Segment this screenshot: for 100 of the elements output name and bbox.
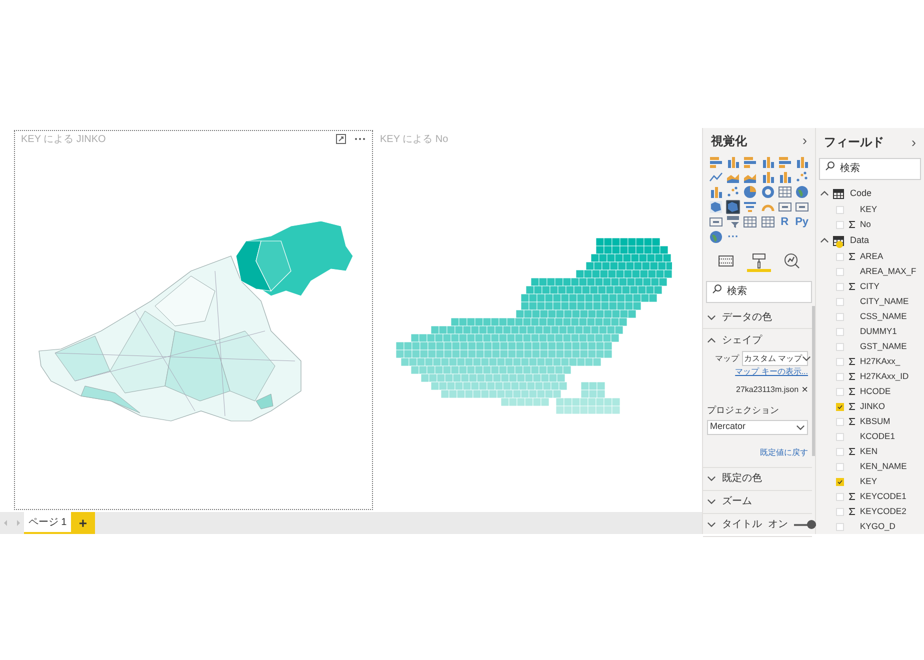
field-checkbox[interactable]: [836, 328, 844, 336]
chevron-icon: [707, 497, 716, 506]
field-name[interactable]: CITY_NAME: [860, 295, 909, 308]
visual-type-column-icon[interactable]: [778, 170, 792, 184]
field-name[interactable]: KEY: [860, 203, 878, 216]
field-name[interactable]: KEYCODE2: [860, 505, 906, 518]
visual-type-globe-icon[interactable]: [794, 185, 809, 199]
visual-type-column-icon[interactable]: [726, 155, 740, 169]
visual-type-funnel-icon[interactable]: [743, 200, 758, 214]
visual-type-scatter-icon[interactable]: [726, 185, 740, 199]
field-name[interactable]: AREA: [860, 250, 884, 263]
visual-type-column-icon[interactable]: [794, 155, 809, 169]
page-tab[interactable]: ページ 1: [24, 512, 71, 534]
visual-type-map-icon[interactable]: [726, 200, 740, 214]
field-name[interactable]: KCODE1: [860, 430, 895, 443]
visual-type-card-icon[interactable]: [794, 200, 809, 214]
table-row[interactable]: Code: [816, 185, 924, 202]
section-header[interactable]: シェイプ: [703, 329, 812, 351]
toggle-switch[interactable]: [794, 520, 816, 530]
in-use-badge: [836, 240, 843, 248]
field-name[interactable]: KEN_NAME: [860, 460, 907, 473]
field-name[interactable]: HCODE: [860, 385, 891, 398]
section-header[interactable]: タイトル オン: [703, 514, 812, 536]
field-checkbox[interactable]: [836, 508, 844, 516]
field-name[interactable]: CITY: [860, 280, 880, 293]
field-checkbox[interactable]: [836, 402, 844, 410]
chevron-icon: [707, 474, 716, 483]
visual-type-globe-icon[interactable]: [709, 230, 723, 244]
visual-type-scatter-icon[interactable]: [794, 170, 809, 184]
field-name[interactable]: KEY: [860, 475, 878, 488]
field-checkbox[interactable]: [836, 492, 844, 500]
field-checkbox[interactable]: [836, 522, 844, 530]
visual-type-line-icon[interactable]: [709, 170, 723, 184]
field-name[interactable]: CSS_NAME: [860, 310, 907, 323]
field-checkbox[interactable]: [836, 358, 844, 366]
field-name[interactable]: KBSUM: [860, 415, 890, 428]
projection-dropdown[interactable]: Mercator: [707, 420, 808, 434]
scrollbar-thumb[interactable]: [812, 306, 815, 456]
format-search-field[interactable]: 検索: [706, 280, 812, 302]
field-checkbox[interactable]: [836, 298, 844, 306]
field-name[interactable]: H27KAxx_: [860, 355, 900, 368]
visual-type-pie-icon[interactable]: [743, 185, 758, 199]
visual-type-donut-icon[interactable]: [760, 185, 774, 199]
visual-title: KEY による JINKO: [21, 133, 106, 147]
table-icon: [833, 236, 844, 246]
visual-type-bar-icon[interactable]: [778, 155, 792, 169]
field-checkbox[interactable]: [836, 312, 844, 320]
add-page-button[interactable]: +: [71, 512, 95, 534]
field-checkbox[interactable]: [836, 388, 844, 396]
visual-type-button[interactable]: ···: [726, 230, 740, 244]
collapse-pane-button[interactable]: ›: [802, 130, 807, 151]
visual-type-column-icon[interactable]: [760, 155, 774, 169]
field-name[interactable]: GST_NAME: [860, 340, 907, 353]
field-name[interactable]: JINKO: [860, 400, 886, 413]
table-row[interactable]: Data: [816, 232, 924, 249]
field-name[interactable]: KEYCODE1: [860, 490, 906, 503]
visual-type-column-icon[interactable]: [709, 185, 723, 199]
visual-type-table-icon[interactable]: [743, 215, 758, 229]
field-name[interactable]: AREA_MAX_F: [860, 265, 916, 278]
more-options-icon[interactable]: [354, 137, 366, 141]
map-dropdown[interactable]: カスタム マップ: [742, 351, 808, 366]
visual-type-slicer-icon[interactable]: [726, 215, 740, 229]
section-header[interactable]: データの色: [703, 306, 812, 328]
field-checkbox[interactable]: [836, 268, 844, 276]
reset-default-link[interactable]: 既定値に戻す: [760, 446, 808, 458]
field-checkbox[interactable]: [836, 418, 844, 426]
field-checkbox[interactable]: [836, 432, 844, 440]
visual-type-bar-icon[interactable]: [709, 155, 723, 169]
section-header[interactable]: 既定の色: [703, 468, 812, 490]
collapse-pane-button[interactable]: ›: [911, 132, 916, 152]
field-name[interactable]: H27KAxx_ID: [860, 370, 909, 383]
field-checkbox[interactable]: [836, 478, 844, 486]
remove-file-button[interactable]: ×: [802, 384, 808, 396]
field-name[interactable]: KYGO_D: [860, 520, 896, 533]
field-checkbox[interactable]: [836, 206, 844, 214]
focus-mode-icon[interactable]: [336, 134, 346, 144]
section-header[interactable]: ズーム: [703, 490, 812, 512]
field-checkbox[interactable]: [836, 372, 844, 380]
visual-type-card-icon[interactable]: [778, 200, 792, 214]
field-name[interactable]: DUMMY1: [860, 325, 897, 338]
visual-type-card-icon[interactable]: [709, 215, 723, 229]
visual-type-button[interactable]: R: [778, 215, 792, 229]
visual-type-table-icon[interactable]: [778, 185, 792, 199]
fields-search-field[interactable]: 検索: [819, 158, 921, 180]
field-checkbox[interactable]: [836, 282, 844, 290]
visual-type-table-icon[interactable]: [760, 215, 774, 229]
caret-icon: [796, 422, 805, 432]
visual-type-button[interactable]: Py: [794, 215, 809, 229]
field-checkbox[interactable]: [836, 462, 844, 470]
field-name[interactable]: No: [860, 218, 871, 231]
field-checkbox[interactable]: [836, 342, 844, 350]
field-name[interactable]: KEN: [860, 445, 878, 458]
search-icon: [712, 284, 722, 294]
field-checkbox[interactable]: [836, 252, 844, 260]
field-checkbox[interactable]: [836, 220, 844, 228]
map-key-link[interactable]: マップ キーの表示...: [735, 366, 808, 378]
visual-type-bar-icon[interactable]: [743, 155, 758, 169]
field-checkbox[interactable]: [836, 448, 844, 456]
projection-label: プロジェクション: [707, 404, 780, 417]
visual-type-column-icon[interactable]: [760, 170, 774, 184]
